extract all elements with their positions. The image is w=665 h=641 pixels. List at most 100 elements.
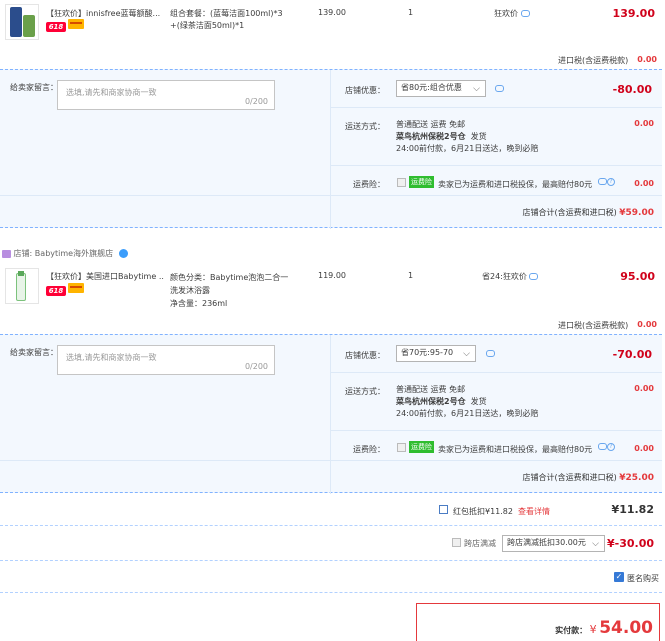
delivery-method: 普通配送 运费 免邮 [396,120,466,129]
message-input[interactable]: 选填,请先和商家协商一致 0/200 [57,345,275,375]
message-label: 给卖家留言： [10,348,58,357]
vertical-divider [330,70,331,229]
quantity: 1 [408,271,414,280]
anonymous-row: ✓ 匿名购买 [0,562,662,593]
payment-label: 实付款： [555,626,588,635]
anonymous-checkbox[interactable]: ✓ [614,572,624,582]
shop-discount-label: 店铺优惠： [345,351,385,360]
crossshop-checkbox[interactable] [452,538,461,547]
redpacket-label: 红包抵扣¥11.82 [453,507,513,516]
chat-icon[interactable] [529,273,539,280]
select-value: 省80元:组合优惠 [401,83,462,92]
question-icon[interactable]: ? [607,442,615,451]
import-tax-label: 进口税(含运费税款) [558,56,629,65]
delivery-method: 普通配送 运费 免邮 [396,385,466,394]
import-tax-value: 0.00 [637,55,657,64]
chevron-down-icon: ⌵ [473,84,480,94]
shop-discount-select[interactable]: 省70元:95-70 ⌵ [396,345,476,362]
shop-total: 店铺合计(含运费和进口税) ¥25.00 [522,472,654,483]
sku-line: 洗发沐浴露 [170,286,210,295]
anonymous-label: 匿名购买 [627,574,659,583]
wangwang-icon[interactable] [118,249,128,258]
order-panel: 给卖家留言： 选填,请先和商家协商一致 0/200 店铺优惠： 省80元:组合优… [0,69,662,229]
insurance-checkbox[interactable] [397,443,406,452]
insurance-amount: 0.00 [634,444,654,453]
import-tax-label: 进口税(含运费税款) [558,321,629,330]
shop-total-value: ¥25.00 [619,473,654,483]
insurance-icons[interactable]: ? [598,442,615,451]
payment-box: 实付款： ¥ 54.00 [416,603,660,641]
shop-label: 店铺: [13,249,33,258]
card-icon [68,283,84,293]
insurance-label: 运费险： [353,445,385,454]
delivery-label: 运送方式： [345,387,385,396]
row-divider [331,430,662,431]
crossshop-select[interactable]: 跨店满减抵扣30.00元 ⌵ [502,535,605,552]
shop-discount-select[interactable]: 省80元:组合优惠 ⌵ [396,80,486,97]
char-count: 0/200 [244,97,268,106]
row-divider [0,195,662,196]
select-value: 跨店满减抵扣30.00元 [507,538,586,547]
insurance-icons[interactable]: ? [598,177,615,186]
message-label: 给卖家留言： [10,83,58,92]
shop-name-link[interactable]: Babytime海外旗舰店 [35,249,113,258]
message-input[interactable]: 选填,请先和商家协商一致 0/200 [57,80,275,110]
shop-discount-amount: -80.00 [612,83,652,96]
ship-text: 发货 [470,397,487,406]
product-thumbnail[interactable] [5,268,39,304]
unit-price: 139.00 [318,8,346,17]
crossshop-row: 跨店满减 跨店满减抵扣30.00元 ⌵ ¥-30.00 [0,527,662,561]
shop-total-label: 店铺合计(含运费和进口税) [522,208,617,217]
redpacket-row: 红包抵扣¥11.82 查看详情 ¥11.82 [0,493,662,526]
insurance-badge: 运费险 [409,441,434,453]
sku-line: +(绿茶洁面50ml)*1 [170,21,245,30]
delivery-eta: 24:00前付款，6月21日送达，晚到必赔 [396,144,539,153]
insurance-text: 卖家已为运费和进口税投保，最高赔付80元 [438,180,593,189]
promo-text: 省24:狂欢价 [482,272,527,281]
sku-line: 组合套餐：(蓝莓洁面100ml)*3 [170,9,283,18]
insurance-amount: 0.00 [634,179,654,188]
product-thumbnail[interactable] [5,4,39,40]
shop-icon [2,249,11,258]
chat-icon[interactable] [486,350,495,357]
item-subtotal: 139.00 [612,7,655,20]
insurance-label: 运费险： [353,180,385,189]
sku-line: 净含量：236ml [170,299,228,308]
unit-price: 119.00 [318,271,346,280]
chat-icon[interactable] [520,10,530,17]
redpacket-details-link[interactable]: 查看详情 [518,506,550,517]
shop-total-label: 店铺合计(含运费和进口税) [522,473,617,482]
promo-text: 狂欢价 [494,9,518,18]
crossshop-label: 跨店满减 [464,539,496,548]
618-badge: 618 [46,286,66,296]
payment-value: 54.00 [599,618,653,638]
delivery-info: 普通配送 运费 免邮 菜鸟杭州保税2号仓 发货 24:00前付款，6月21日送达… [396,384,538,420]
quantity: 1 [408,8,414,17]
chat-icon[interactable] [598,443,607,450]
insurance-checkbox[interactable] [397,178,406,187]
vertical-divider [330,335,331,494]
618-badge: 618 [46,22,66,32]
char-count: 0/200 [244,362,268,371]
insurance-badge: 运费险 [409,176,434,188]
order-panel: 给卖家留言： 选填,请先和商家协商一致 0/200 店铺优惠： 省70元:95-… [0,334,662,494]
redpacket-checkbox[interactable] [439,505,448,514]
product-title[interactable]: 【狂欢价】innisfree蓝莓额酸... [46,8,164,19]
insurance-text: 卖家已为运费和进口税投保，最高赔付80元 [438,445,593,454]
product-title[interactable]: 【狂欢价】美国进口Babytime ... [46,271,164,282]
shop-discount-label: 店铺优惠： [345,86,385,95]
shop-total-value: ¥59.00 [619,208,654,218]
card-icon [68,19,84,29]
sku-info: 颜色分类：Babytime泡泡二合一 洗发沐浴露 净含量：236ml [170,271,288,310]
promo-label: 省24:狂欢价 [482,271,539,282]
sku-line: 颜色分类：Babytime泡泡二合一 [170,273,289,282]
warehouse: 菜鸟杭州保税2号仓 [396,132,466,141]
chat-icon[interactable] [495,85,504,92]
row-divider [331,165,662,166]
payment-currency: ¥ [589,623,597,636]
shop-total: 店铺合计(含运费和进口税) ¥59.00 [522,207,654,218]
delivery-amount: 0.00 [634,384,654,393]
question-icon[interactable]: ? [607,177,615,186]
chat-icon[interactable] [598,178,607,185]
delivery-label: 运送方式： [345,122,385,131]
